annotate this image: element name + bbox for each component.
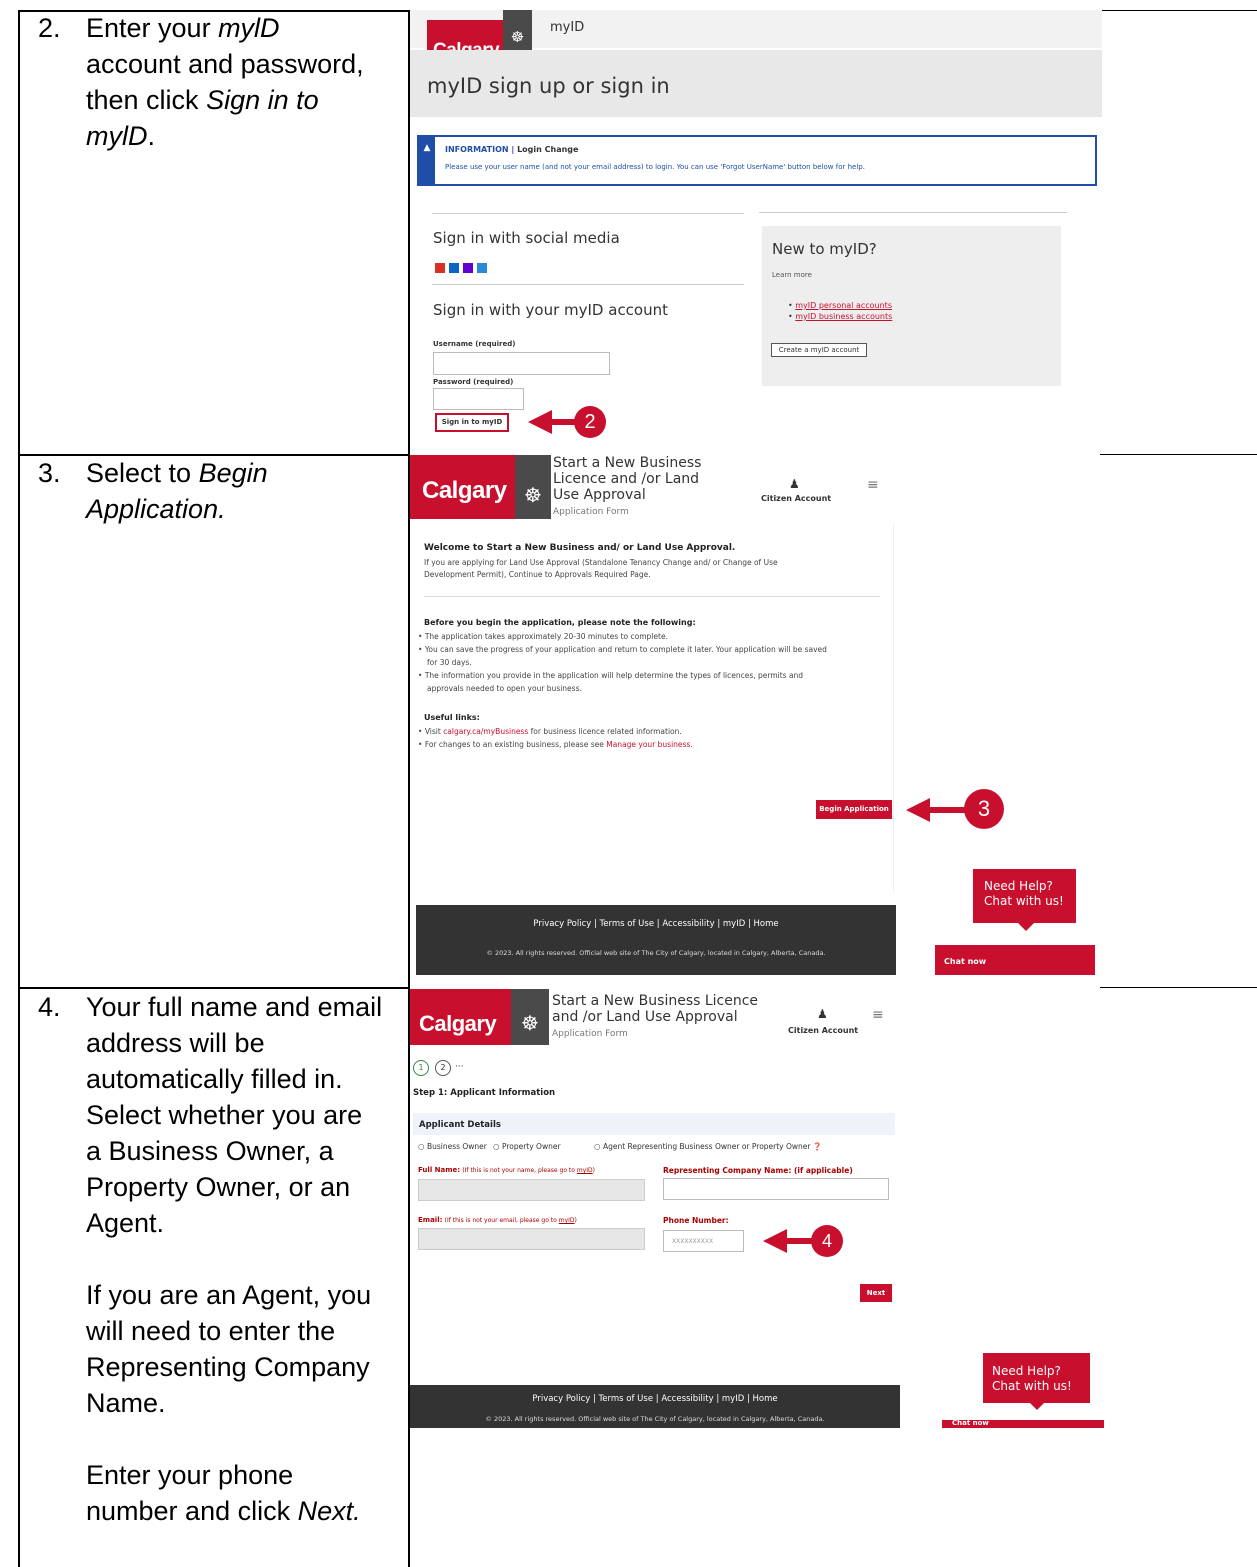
row-divider-2-right [1100,987,1257,988]
google-icon[interactable] [435,263,445,273]
footer-copy: © 2023. All rights reserved. Official we… [485,1415,825,1423]
new-title: New to myID? [772,240,877,258]
crest-icon: ☸ [515,455,551,519]
calgary-logo[interactable]: Calgary [410,455,515,519]
myid-link[interactable]: myID [559,1217,575,1224]
info-text: Please use your user name (and not your … [445,163,865,171]
signin-button[interactable]: Sign in to myID [435,413,509,432]
page-heading: myID sign up or sign in [427,74,670,98]
password-label: Password (required) [433,378,514,386]
table-border-left [18,10,20,1567]
myid-link[interactable]: myID [577,1167,593,1174]
row-divider-1-right [1100,454,1257,455]
step-2-text: 2. Enter your mylD account and password, … [38,13,364,151]
before-title: Before you begin the application, please… [424,618,696,627]
need-help-bubble[interactable]: Need Help? Chat with us! [983,1353,1090,1403]
step-2-indicator[interactable]: 2 [435,1060,451,1076]
username-input[interactable] [433,352,610,375]
divider-right-top [759,212,1067,213]
useful-title: Useful links: [424,713,480,722]
user-icon[interactable]: ♟ [789,477,800,491]
fullname-field [418,1179,645,1201]
calgary-logo[interactable]: Calgary [410,989,511,1045]
email-label: Email: (If this is not your email, pleas… [418,1216,577,1224]
next-button[interactable]: Next [860,1284,892,1302]
microsoft-icon[interactable] [477,263,487,273]
footer-links[interactable]: Privacy Policy | Terms of Use | Accessib… [410,1394,900,1404]
info-stripe: ▲ [419,137,435,184]
need-help-bubble[interactable]: Need Help? Chat with us! [973,869,1076,923]
bubble-tail [1018,923,1034,931]
crest-icon: ☸ [511,989,549,1045]
mybusiness-link[interactable]: calgary.ca/myBusiness [443,727,528,736]
begin-application-button[interactable]: Begin Application [816,800,892,819]
step-4-text: 4. Your full name and email address will … [38,992,383,1526]
callout-arrow-2: 2 [528,406,608,438]
app-title: Start a New Business Licence and /or Land… [553,455,702,517]
divider-left-mid [432,284,744,285]
help-icon[interactable]: ❓ [813,1142,822,1151]
company-input[interactable] [663,1178,889,1200]
useful-links: • Visit calgary.ca/myBusiness for busine… [418,727,693,749]
divider [424,596,880,597]
link-business[interactable]: • myID business accounts [788,312,892,321]
linkedin-icon[interactable] [449,263,459,273]
footer: Privacy Policy | Terms of Use | Accessib… [416,905,896,975]
callout-arrow-3: 3 [906,789,1006,831]
screenshot-signin: Calgary ☸ myID myID sign up or sign in ▲… [410,10,1102,454]
divider-left-top [432,213,744,214]
phone-label: Phone Number: [663,1216,729,1225]
welcome-title: Welcome to Start a New Business and/ or … [424,543,736,553]
manage-business-link[interactable]: Manage your business [606,740,690,749]
radio-agent[interactable]: ○ Agent Representing Business Owner or P… [594,1142,822,1151]
content-panel: Welcome to Start a New Business and/ or … [410,523,894,893]
app-title: Start a New Business Licence and /or Land… [552,993,759,1039]
radio-business-owner[interactable]: ○ Business Owner [418,1142,487,1151]
footer-links[interactable]: Privacy Policy | Terms of Use | Accessib… [416,919,896,929]
step-more[interactable]: ··· [455,1062,464,1072]
chat-now-button[interactable]: Chat now [935,945,1095,975]
new-account-panel: New to myID? Learn more • myID personal … [762,226,1061,386]
yahoo-icon[interactable] [463,263,473,273]
learn-more: Learn more [772,271,812,279]
password-input[interactable] [433,388,524,410]
account-title: Sign in with your myID account [433,301,669,319]
chat-now-button[interactable]: Chat now [942,1419,1104,1428]
callout-arrow-4: 4 [763,1225,845,1257]
link-personal[interactable]: • myID personal accounts [788,301,892,310]
step-title: Step 1: Applicant Information [413,1088,556,1098]
before-list: • The application takes approximately 20… [418,632,827,693]
email-field [418,1228,645,1250]
brand-name: myID [550,20,585,35]
social-title: Sign in with social media [433,229,620,247]
radio-property-owner[interactable]: ○ Property Owner [493,1142,561,1151]
create-account-button[interactable]: Create a myID account [771,343,867,357]
section-title: Applicant Details [419,1120,501,1130]
footer-copy: © 2023. All rights reserved. Official we… [486,949,826,957]
footer: Privacy Policy | Terms of Use | Accessib… [410,1385,900,1428]
menu-icon[interactable]: ≡ [867,477,879,493]
fullname-label: Full Name: (If this is not your name, pl… [418,1166,595,1174]
bubble-tail [1030,1403,1044,1410]
phone-input[interactable]: XXXXXXXXXX [663,1230,744,1252]
account-label[interactable]: Citizen Account [788,1026,858,1035]
username-label: Username (required) [433,340,516,348]
user-icon[interactable]: ♟ [817,1007,828,1021]
screenshot-applicant: Calgary ☸ Start a New Business Licence an… [410,989,1110,1428]
account-label[interactable]: Citizen Account [761,494,831,503]
step-1-indicator[interactable]: 1 [413,1060,429,1076]
table-border-top-right [1102,10,1257,11]
crest-icon: ☸ [503,10,532,50]
intro-text: If you are applying for Land Use Approva… [424,558,778,579]
step-3-text: 3. Select to Begin Application. [38,458,268,524]
info-title: INFORMATION | Login Change [445,145,579,154]
info-box: ▲ INFORMATION | Login Change Please use … [417,135,1097,186]
company-label: Representing Company Name: (if applicabl… [663,1166,853,1175]
screenshot-begin: Calgary ☸ Start a New Business Licence an… [410,455,1100,975]
menu-icon[interactable]: ≡ [872,1007,884,1023]
